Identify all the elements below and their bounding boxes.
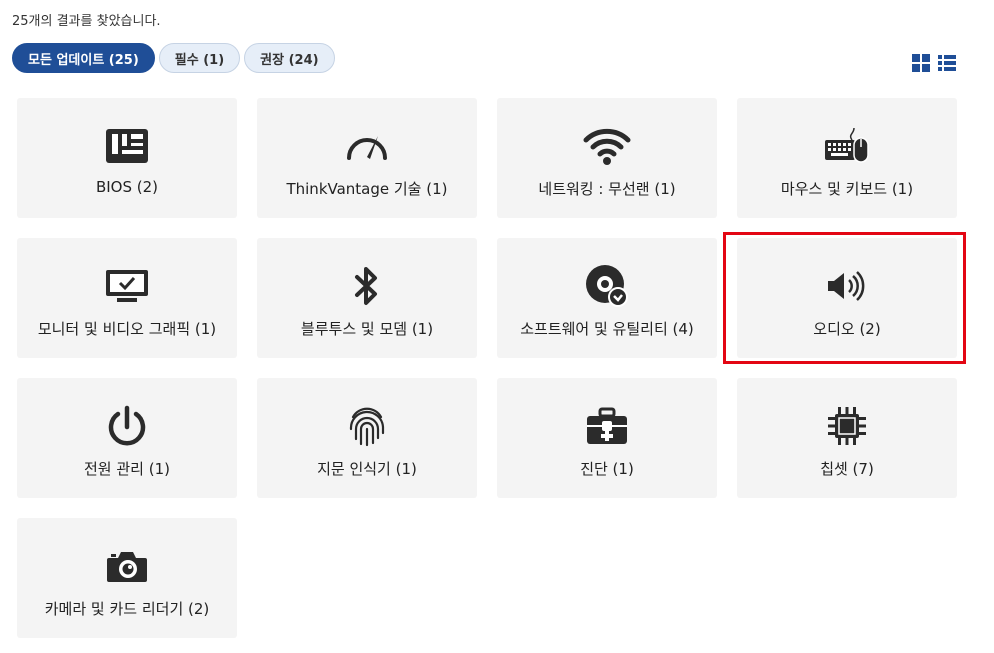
- category-label: ThinkVantage 기술 (1): [286, 180, 448, 198]
- power-icon: [108, 405, 146, 446]
- category-card-bluetooth[interactable]: 블루투스 및 모뎀 (1): [257, 238, 477, 358]
- category-card-thinkvantage[interactable]: ThinkVantage 기술 (1): [257, 98, 477, 218]
- filter-pills: 모든 업데이트 (25) 필수 (1) 권장 (24): [12, 43, 335, 73]
- category-card-power[interactable]: 전원 관리 (1): [17, 378, 237, 498]
- category-label: 블루투스 및 모뎀 (1): [300, 320, 434, 338]
- category-card-diagnostics[interactable]: 진단 (1): [497, 378, 717, 498]
- camera-icon: [107, 552, 147, 582]
- category-card-camera[interactable]: 카메라 및 카드 리더기 (2): [17, 518, 237, 638]
- list-view-icon[interactable]: [938, 54, 956, 72]
- category-card-chipset[interactable]: 칩셋 (7): [737, 378, 957, 498]
- category-label: 모니터 및 비디오 그래픽 (1): [37, 320, 217, 338]
- category-card-fingerprint[interactable]: 지문 인식기 (1): [257, 378, 477, 498]
- category-card-software[interactable]: 소프트웨어 및 유틸리티 (4): [497, 238, 717, 358]
- speaker-icon: [828, 271, 865, 301]
- category-label: 지문 인식기 (1): [317, 460, 417, 478]
- software-disc-icon: [586, 265, 628, 307]
- category-label: 진단 (1): [580, 460, 634, 478]
- category-card-audio[interactable]: 오디오 (2): [737, 238, 957, 358]
- category-label: 전원 관리 (1): [84, 460, 170, 478]
- category-card-monitor[interactable]: 모니터 및 비디오 그래픽 (1): [17, 238, 237, 358]
- category-label: 소프트웨어 및 유틸리티 (4): [520, 320, 694, 338]
- category-label: 카메라 및 카드 리더기 (2): [44, 600, 210, 618]
- category-card-bios[interactable]: BIOS (2): [17, 98, 237, 218]
- category-label: 마우스 및 키보드 (1): [780, 180, 914, 198]
- category-card-wireless[interactable]: 네트워킹 : 무선랜 (1): [497, 98, 717, 218]
- category-label: BIOS (2): [95, 178, 159, 196]
- wifi-icon: [583, 128, 631, 165]
- category-label: 오디오 (2): [813, 320, 881, 338]
- keyboard-mouse-icon: [825, 127, 869, 163]
- grid-view-icon[interactable]: [912, 54, 930, 72]
- bluetooth-icon: [355, 267, 377, 305]
- chipset-icon: [828, 407, 866, 445]
- toolbox-icon: [587, 407, 627, 444]
- filter-all-button[interactable]: 모든 업데이트 (25): [12, 43, 155, 73]
- monitor-icon: [106, 270, 148, 302]
- category-card-mouse-keyboard[interactable]: 마우스 및 키보드 (1): [737, 98, 957, 218]
- speedometer-icon: [347, 136, 387, 160]
- filter-required-button[interactable]: 필수 (1): [158, 43, 241, 73]
- view-toggle: [912, 54, 956, 72]
- bios-chip-icon: [106, 129, 148, 163]
- fingerprint-icon: [349, 407, 385, 447]
- filter-recommended-button[interactable]: 권장 (24): [244, 43, 335, 73]
- category-label: 네트워킹 : 무선랜 (1): [538, 180, 676, 198]
- result-count: 25개의 결과를 찾았습니다.: [12, 14, 161, 29]
- category-label: 칩셋 (7): [820, 460, 874, 478]
